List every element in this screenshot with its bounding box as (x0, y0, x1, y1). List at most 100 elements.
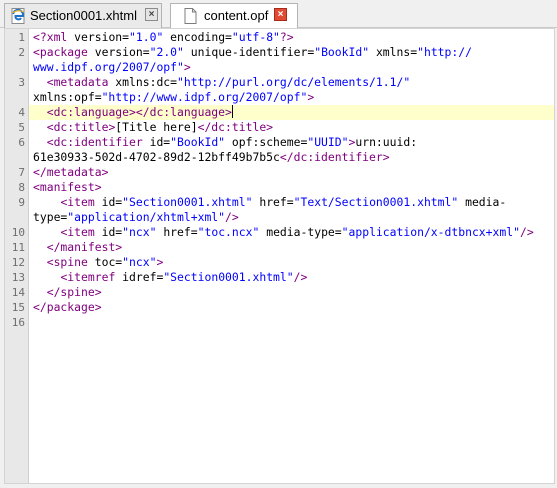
code-line[interactable]: type="application/xhtml+xml"/> (29, 210, 554, 225)
code-token: <metadata (46, 75, 116, 89)
code-editor[interactable]: 1 <?xml version="1.0" encoding="utf-8"?> 2… (4, 28, 555, 484)
line-number: 4 (18, 106, 25, 119)
code-token: </metadata> (33, 165, 109, 179)
code-token: <item (60, 225, 102, 239)
line-number: 12 (11, 256, 25, 269)
line-number: 8 (18, 181, 25, 194)
code-token: <itemref (60, 270, 123, 284)
code-text: <dc:language></dc:language> (33, 105, 233, 120)
code-text: <item id="Section0001.xhtml" href="Text/… (33, 195, 506, 210)
code-token: "utf-8" (231, 30, 280, 44)
code-token: "BookId" (170, 135, 226, 149)
code-line[interactable]: 7 </metadata> (18, 165, 554, 180)
code-line[interactable]: 3 <metadata xmlns:dc="http://purl.org/dc… (18, 75, 554, 90)
code-line[interactable]: 11 </manifest> (12, 240, 554, 255)
code-token: type= (33, 210, 68, 224)
tab-content-opf[interactable]: content.opf × (170, 3, 298, 29)
code-token: 61e30933-502d-4702-89d2-12bff49b7b5c (33, 150, 280, 164)
code-token: "UUID" (307, 135, 349, 149)
code-token: <manifest> (33, 180, 102, 194)
code-token: "application/x-dtbncx+xml" (341, 225, 520, 239)
code-token: > (307, 90, 315, 104)
code-text: <item id="ncx" href="toc.ncx" media-type… (33, 225, 533, 240)
code-token: /> (225, 210, 239, 224)
line-number: 14 (11, 286, 25, 299)
code-token: > (156, 255, 164, 269)
code-token: <?xml (33, 30, 75, 44)
code-line[interactable]: 4 <dc:language></dc:language> (18, 105, 554, 120)
code-token: <dc:identifier (46, 135, 150, 149)
code-token: ?> (279, 30, 294, 44)
code-text: <manifest> (33, 180, 102, 195)
code-line[interactable]: 13 <itemref idref="Section0001.xhtml"/> (12, 270, 554, 285)
code-token: [Title here] (115, 120, 198, 134)
code-text: <metadata xmlns:dc="http://purl.org/dc/e… (33, 75, 410, 90)
code-token: </dc:identifier> (279, 150, 390, 164)
line-number: 7 (18, 166, 25, 179)
close-icon[interactable]: × (145, 8, 158, 21)
code-line[interactable]: www.idpf.org/2007/opf"> (29, 60, 554, 75)
code-token: "Section0001.xhtml" (122, 195, 253, 209)
code-token: "Section0001.xhtml" (163, 270, 294, 284)
code-token: media-type= (259, 225, 342, 239)
code-token: encoding= (163, 30, 232, 44)
code-token: version= (94, 45, 150, 59)
code-token: </spine> (46, 285, 102, 299)
tab-section0001[interactable]: Section0001.xhtml × (4, 3, 162, 28)
ie-file-icon (11, 8, 26, 24)
code-line[interactable]: 12 <spine toc="ncx"> (12, 255, 554, 270)
code-line[interactable]: 5 <dc:title>[Title here]</dc:title> (18, 120, 554, 135)
code-line[interactable]: 1 <?xml version="1.0" encoding="utf-8"?> (18, 30, 554, 45)
code-line[interactable]: 6 <dc:identifier id="BookId" opf:scheme=… (18, 135, 554, 150)
code-token: xmlns:dc= (115, 75, 178, 89)
code-line[interactable]: 10 <item id="ncx" href="toc.ncx" media-t… (12, 225, 554, 240)
code-text: xmlns:opf="http://www.idpf.org/2007/opf"… (33, 90, 314, 105)
line-number: 10 (11, 226, 25, 239)
code-token: "toc.ncx" (197, 225, 260, 239)
code-line[interactable]: 8 <manifest> (18, 180, 554, 195)
line-number: 5 (18, 121, 25, 134)
code-area[interactable]: 1 <?xml version="1.0" encoding="utf-8"?> 2… (12, 30, 554, 330)
code-text: <dc:title>[Title here]</dc:title> (33, 120, 273, 135)
code-line[interactable]: 16 (12, 315, 554, 330)
code-text: www.idpf.org/2007/opf"> (33, 60, 191, 75)
code-text: </metadata> (33, 165, 108, 180)
code-token: opf:scheme= (225, 135, 308, 149)
code-token: id= (101, 225, 123, 239)
line-number: 1 (18, 31, 25, 44)
line-number: 3 (18, 76, 25, 89)
code-token: id= (149, 135, 171, 149)
code-token: </manifest> (46, 240, 123, 254)
code-line[interactable]: 61e30933-502d-4702-89d2-12bff49b7b5c</dc… (29, 150, 554, 165)
code-token: version= (74, 30, 130, 44)
code-token: "ncx" (122, 225, 157, 239)
code-token: xmlns= (369, 45, 418, 59)
code-line[interactable]: xmlns:opf="http://www.idpf.org/2007/opf"… (29, 90, 554, 105)
code-line[interactable]: 15 </package> (12, 300, 554, 315)
code-token: "BookId" (314, 45, 370, 59)
line-number: 13 (11, 271, 25, 284)
code-token: id= (101, 195, 123, 209)
code-token: idref= (122, 270, 164, 284)
code-line[interactable]: 9 <item id="Section0001.xhtml" href="Tex… (18, 195, 554, 210)
code-text: <?xml version="1.0" encoding="utf-8"?> (33, 30, 294, 45)
code-text: <spine toc="ncx"> (33, 255, 164, 270)
code-token: "2.0" (149, 45, 184, 59)
code-text: <dc:identifier id="BookId" opf:scheme="U… (33, 135, 417, 150)
code-line[interactable]: 14 </spine> (12, 285, 554, 300)
code-token: www.idpf.org/2007/opf" (33, 60, 184, 74)
code-text: <package version="2.0" unique-identifier… (33, 45, 472, 60)
close-icon[interactable]: × (274, 8, 287, 21)
code-line[interactable]: 2 <package version="2.0" unique-identifie… (18, 45, 554, 60)
line-number: 16 (11, 316, 25, 329)
text-caret (231, 105, 233, 118)
